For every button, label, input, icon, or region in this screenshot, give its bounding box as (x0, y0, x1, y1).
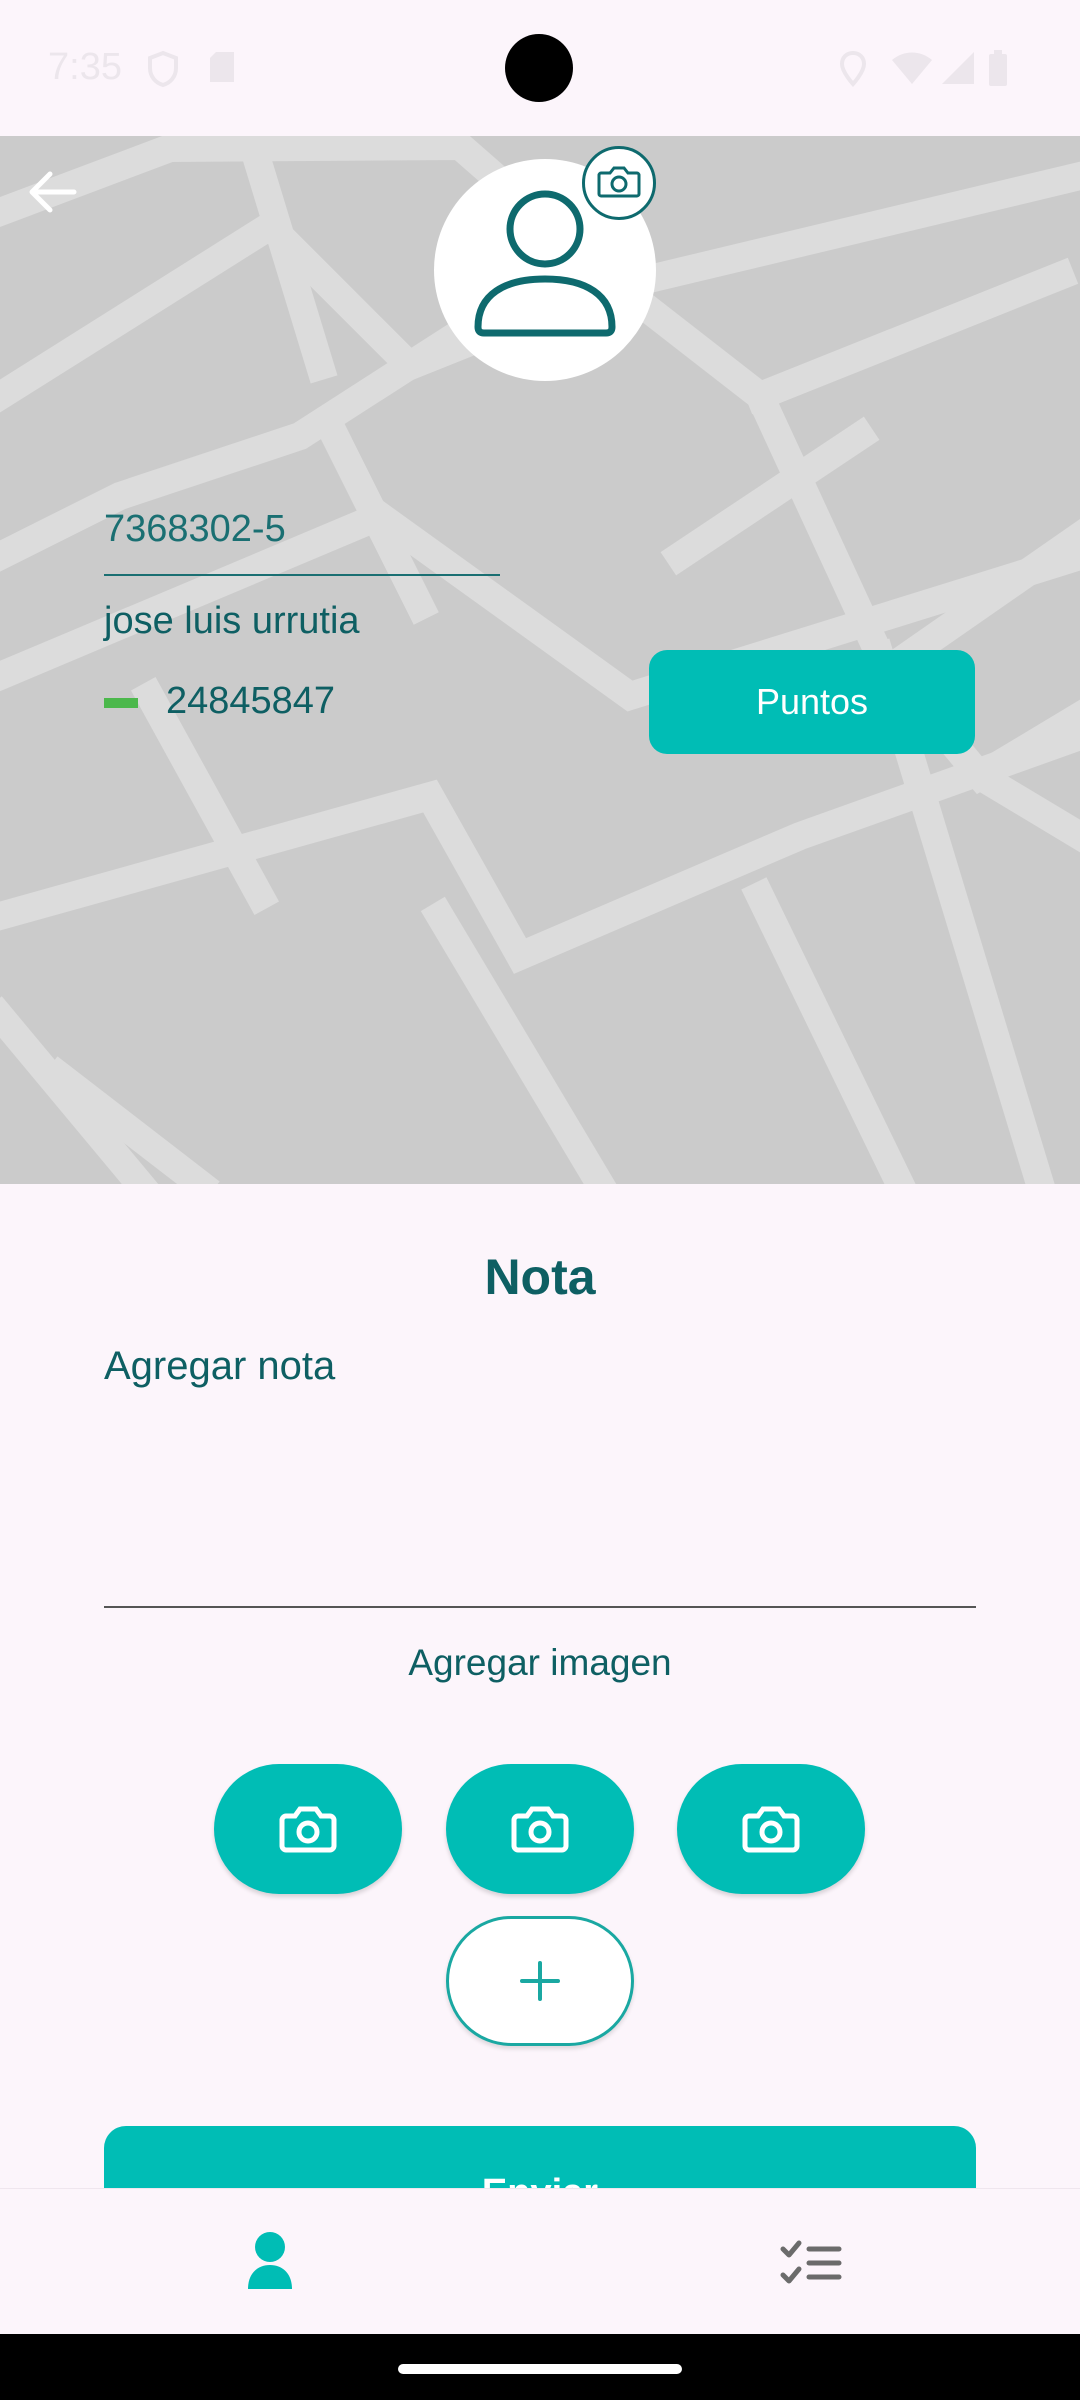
bottom-navigation (0, 2188, 1080, 2335)
points-button[interactable]: Puntos (649, 650, 975, 754)
shield-icon (148, 50, 178, 88)
signal-icon (942, 52, 974, 84)
camera-icon (597, 166, 641, 198)
client-name: jose luis urrutia (104, 600, 360, 642)
plus-icon (520, 1961, 560, 2001)
arrow-left-icon[interactable] (22, 162, 82, 222)
person-icon (248, 2232, 292, 2289)
change-photo-button[interactable] (582, 146, 656, 220)
nav-profile-tab[interactable] (230, 2223, 310, 2303)
rut-field[interactable]: 7368302-5 (104, 500, 500, 576)
photo-button-2[interactable] (446, 1764, 634, 1894)
status-time: 7:35 (48, 46, 122, 88)
photo-button-1[interactable] (214, 1764, 402, 1894)
add-image-button[interactable] (446, 1916, 634, 2046)
battery-icon (989, 50, 1007, 86)
image-label: Agregar imagen (408, 1642, 672, 1683)
checklist-icon (780, 2240, 842, 2284)
sim-card-icon (210, 52, 234, 82)
rut-value: 7368302-5 (104, 508, 286, 550)
note-label: Agregar nota (104, 1344, 336, 1388)
photo-button-3[interactable] (677, 1764, 865, 1894)
camera-icon (279, 1806, 337, 1853)
note-input[interactable] (104, 1400, 976, 1608)
location-icon (839, 50, 867, 87)
status-indicator (104, 698, 138, 708)
note-title: Nota (484, 1249, 596, 1305)
front-camera (505, 34, 573, 102)
wifi-icon (892, 52, 932, 84)
phone-number: 24845847 (166, 680, 336, 722)
camera-icon (511, 1806, 569, 1853)
camera-icon (742, 1806, 800, 1853)
nav-tasks-tab[interactable] (771, 2223, 851, 2303)
home-indicator[interactable] (398, 2364, 682, 2374)
